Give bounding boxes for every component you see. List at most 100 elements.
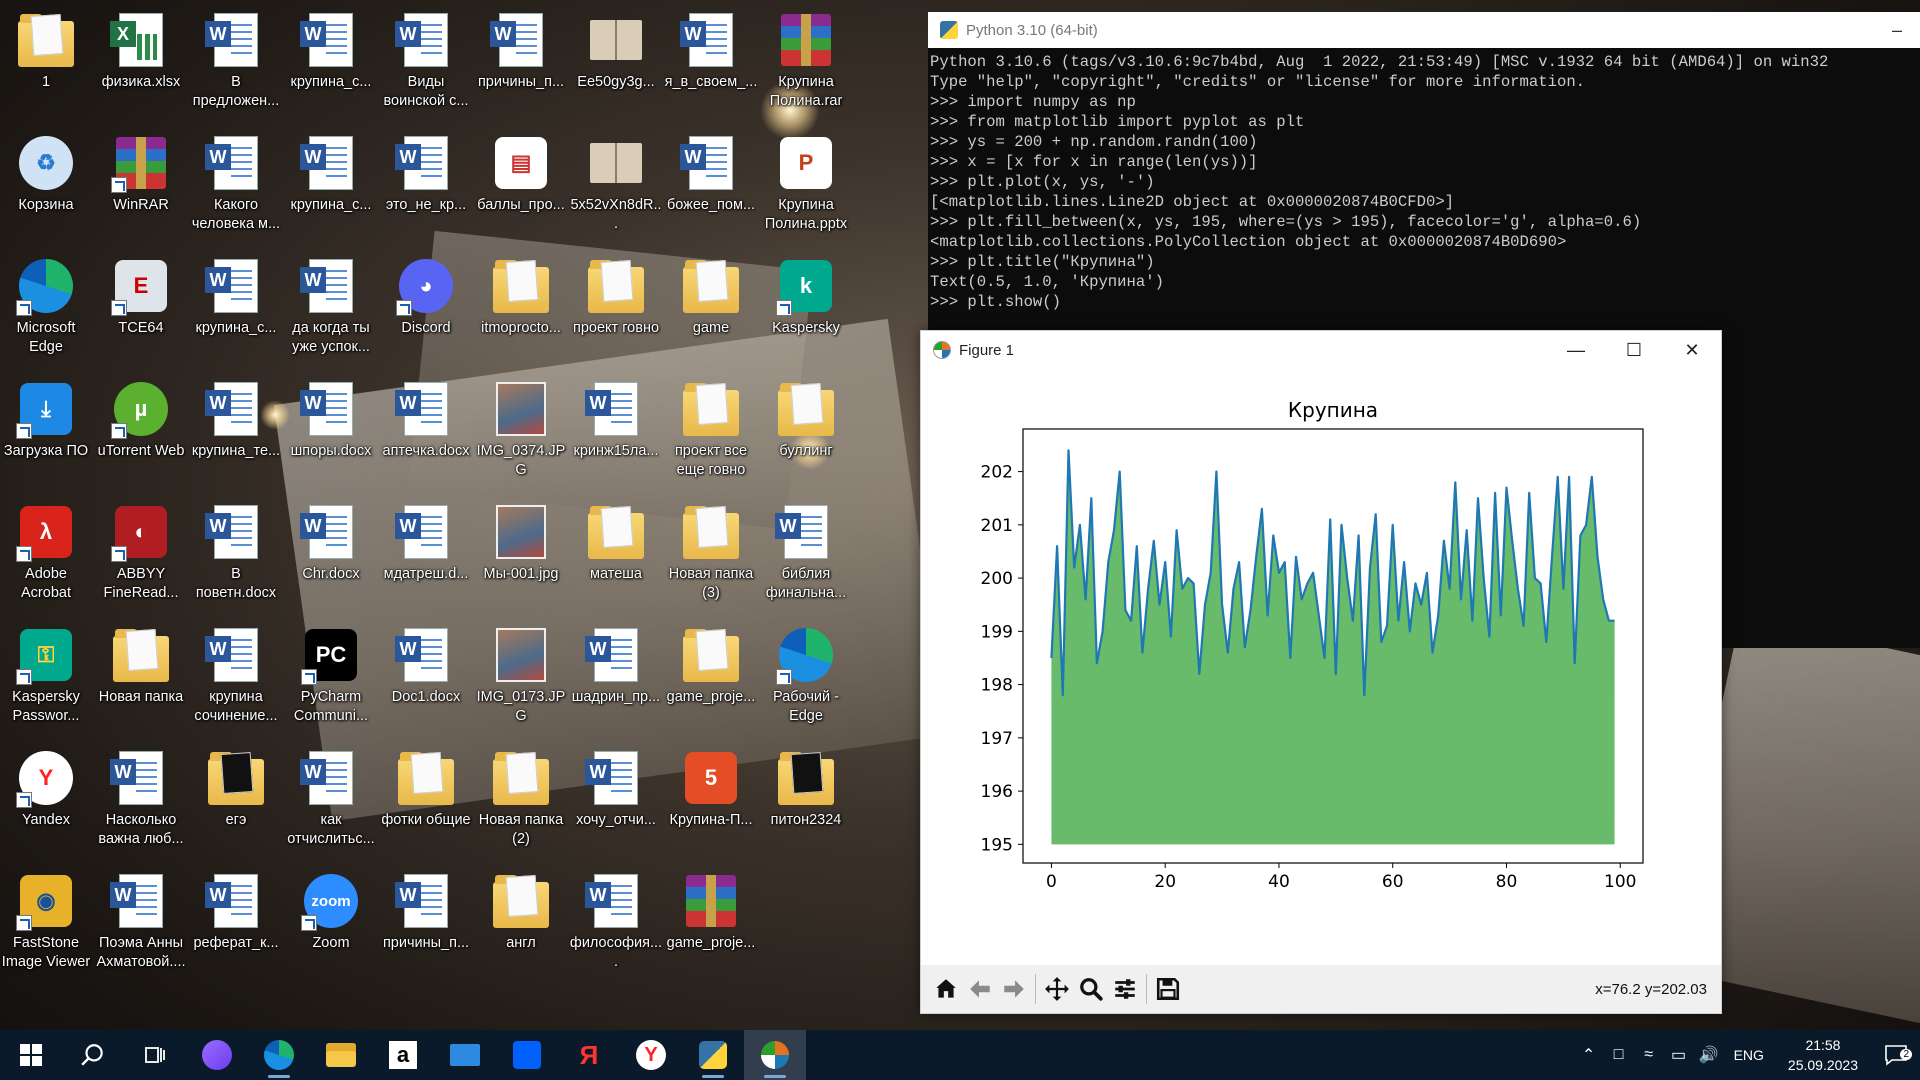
desktop-icon[interactable]: W В поветн.docx <box>190 494 282 612</box>
start-button[interactable] <box>0 1030 62 1080</box>
forward-arrow-icon[interactable] <box>997 972 1031 1006</box>
desktop-icon[interactable]: λ Adobe Acrobat <box>0 494 92 612</box>
desktop-icon[interactable]: Wэто_не_кр... <box>380 125 472 243</box>
console-minimize-button[interactable]: – <box>1874 20 1920 41</box>
network-adapter-icon[interactable]: □ <box>1604 1046 1634 1064</box>
python-button[interactable] <box>682 1030 744 1080</box>
matplotlib-button[interactable] <box>744 1030 806 1080</box>
clock[interactable]: 21:58 25.09.2023 <box>1774 1035 1872 1075</box>
desktop-icon[interactable]: Wбиблия финальна... <box>760 494 852 612</box>
desktop-icon[interactable]: буллинг <box>760 371 852 489</box>
desktop-icon[interactable]: Wкрупина_с... <box>285 2 377 120</box>
desktop-icon[interactable]: 5 Крупина-П... <box>665 740 757 858</box>
desktop-icon[interactable]: IMG_0374.JPG <box>475 371 567 489</box>
desktop-icon[interactable]: WinRAR <box>95 125 187 243</box>
desktop-icon[interactable]: W В предложен... <box>190 2 282 120</box>
desktop-icon[interactable]: Wшпоры.docx <box>285 371 377 489</box>
plot-canvas[interactable]: 0 20 40 60 80 100 195 196 197 198 199 200 201 202 Круп… <box>921 369 1721 965</box>
explorer-button[interactable] <box>310 1030 372 1080</box>
desktop-icon[interactable]: Y Yandex <box>0 740 92 858</box>
pan-icon[interactable] <box>1040 972 1074 1006</box>
desktop-icon[interactable]: E TCE64 <box>95 248 187 366</box>
desktop-icon[interactable]: проект говно <box>570 248 662 366</box>
close-button[interactable]: ✕ <box>1663 331 1721 369</box>
desktop-icon[interactable]: PC PyCharm Communi... <box>285 617 377 735</box>
notification-center-button[interactable]: 2 <box>1872 1044 1920 1066</box>
desktop-icon[interactable]: W Doc1.docx <box>380 617 472 735</box>
desktop-icon[interactable]: Новая папка (2) <box>475 740 567 858</box>
desktop-icon[interactable]: game <box>665 248 757 366</box>
home-icon[interactable] <box>929 972 963 1006</box>
desktop-icon[interactable]: W Chr.docx <box>285 494 377 612</box>
desktop-icon[interactable]: егэ <box>190 740 282 858</box>
alice-button[interactable] <box>186 1030 248 1080</box>
desktop-icon[interactable]: Мы-001.jpg <box>475 494 567 612</box>
dropbox-button[interactable] <box>496 1030 558 1080</box>
desktop-icon[interactable]: Wпричины_п... <box>475 2 567 120</box>
desktop-icon[interactable]: Wреферат_к... <box>190 863 282 981</box>
search-button[interactable] <box>62 1030 124 1080</box>
back-arrow-icon[interactable] <box>963 972 997 1006</box>
console-output[interactable]: Python 3.10.6 (tags/v3.10.6:9c7b4bd, Aug… <box>928 48 1920 316</box>
desktop-icon[interactable]: Wхочу_отчи... <box>570 740 662 858</box>
desktop-icon[interactable]: ◕ Discord <box>380 248 472 366</box>
desktop-icon[interactable]: itmoprocto... <box>475 248 567 366</box>
desktop-icon[interactable]: Wаптечка.docx <box>380 371 472 489</box>
desktop-icon[interactable]: k Kaspersky <box>760 248 852 366</box>
amazon-button[interactable]: a <box>372 1030 434 1080</box>
desktop-icon[interactable]: 5x52vXn8dR... <box>570 125 662 243</box>
desktop-icon[interactable]: ♻ Корзина <box>0 125 92 243</box>
desktop-icon[interactable]: W Насколько важна люб... <box>95 740 187 858</box>
desktop-icon[interactable]: ▤ баллы_про... <box>475 125 567 243</box>
figure-titlebar[interactable]: Figure 1 — ☐ ✕ <box>921 331 1721 369</box>
maximize-button[interactable]: ☐ <box>1605 331 1663 369</box>
desktop-icon[interactable]: Wя_в_своем_... <box>665 2 757 120</box>
desktop-icon[interactable]: game_proje... <box>665 863 757 981</box>
desktop-icon[interactable]: zoom Zoom <box>285 863 377 981</box>
desktop-icon[interactable]: Wшадрин_пр... <box>570 617 662 735</box>
desktop-icon[interactable]: Новая папка <box>95 617 187 735</box>
edge-button[interactable] <box>248 1030 310 1080</box>
yandex-button[interactable]: Y <box>620 1030 682 1080</box>
desktop-icon[interactable]: P Крупина Полина.pptx <box>760 125 852 243</box>
desktop-icon[interactable]: 1 <box>0 2 92 120</box>
task-view-button[interactable] <box>124 1030 186 1080</box>
desktop-icon[interactable]: англ <box>475 863 567 981</box>
desktop-icon[interactable]: W Виды воинской с... <box>380 2 472 120</box>
mail-button[interactable] <box>434 1030 496 1080</box>
desktop-icon[interactable]: Wфилософия.... <box>570 863 662 981</box>
minimize-button[interactable]: — <box>1547 331 1605 369</box>
desktop-icon[interactable]: Wмдатреш.d... <box>380 494 472 612</box>
desktop-icon[interactable]: Ee50gy3g... <box>570 2 662 120</box>
desktop-icon[interactable]: IMG_0173.JPG <box>475 617 567 735</box>
desktop-icon[interactable]: ⤓ Загрузка ПО <box>0 371 92 489</box>
desktop-icon[interactable]: питон2324 <box>760 740 852 858</box>
desktop-icon[interactable]: Wкрупина_те... <box>190 371 282 489</box>
desktop-icon[interactable]: ◐ ABBYY FineRead... <box>95 494 187 612</box>
desktop-icon[interactable]: game_proje... <box>665 617 757 735</box>
configure-subplots-icon[interactable] <box>1108 972 1142 1006</box>
console-titlebar[interactable]: Python 3.10 (64-bit) – <box>928 12 1920 48</box>
chevron-up-icon[interactable]: ⌃ <box>1574 1045 1604 1065</box>
desktop-icon[interactable]: фотки общие <box>380 740 472 858</box>
desktop-icon[interactable]: Новая папка (3) <box>665 494 757 612</box>
yandex-browser-button[interactable]: Я <box>558 1030 620 1080</box>
desktop-icon[interactable]: W Какого человека м... <box>190 125 282 243</box>
desktop-icon[interactable]: ◉ FastStone Image Viewer <box>0 863 92 981</box>
desktop-icon[interactable]: Wкак отчислитьс... <box>285 740 377 858</box>
save-icon[interactable] <box>1151 972 1185 1006</box>
language-indicator[interactable]: ENG <box>1724 1047 1774 1063</box>
battery-icon[interactable]: ▭ <box>1664 1045 1694 1065</box>
wifi-icon[interactable]: ≈ <box>1634 1046 1664 1064</box>
desktop-icon[interactable]: ⚿ Kaspersky Passwor... <box>0 617 92 735</box>
desktop-icon[interactable]: проект все еще говно <box>665 371 757 489</box>
desktop-icon[interactable]: Wкрупина_с... <box>285 125 377 243</box>
zoom-icon[interactable] <box>1074 972 1108 1006</box>
desktop-icon[interactable]: W Поэма Анны Ахматовой.... <box>95 863 187 981</box>
desktop-icon[interactable]: Wда когда ты уже успок... <box>285 248 377 366</box>
desktop-icon[interactable]: Wпричины_п... <box>380 863 472 981</box>
desktop-icon[interactable]: Xфизика.xlsx <box>95 2 187 120</box>
desktop-icon[interactable]: матеша <box>570 494 662 612</box>
matplotlib-figure-window[interactable]: Figure 1 — ☐ ✕ 0 20 40 60 80 100 195 196 197 198 1… <box>920 330 1722 1014</box>
desktop-icon[interactable]: µ uTorrent Web <box>95 371 187 489</box>
